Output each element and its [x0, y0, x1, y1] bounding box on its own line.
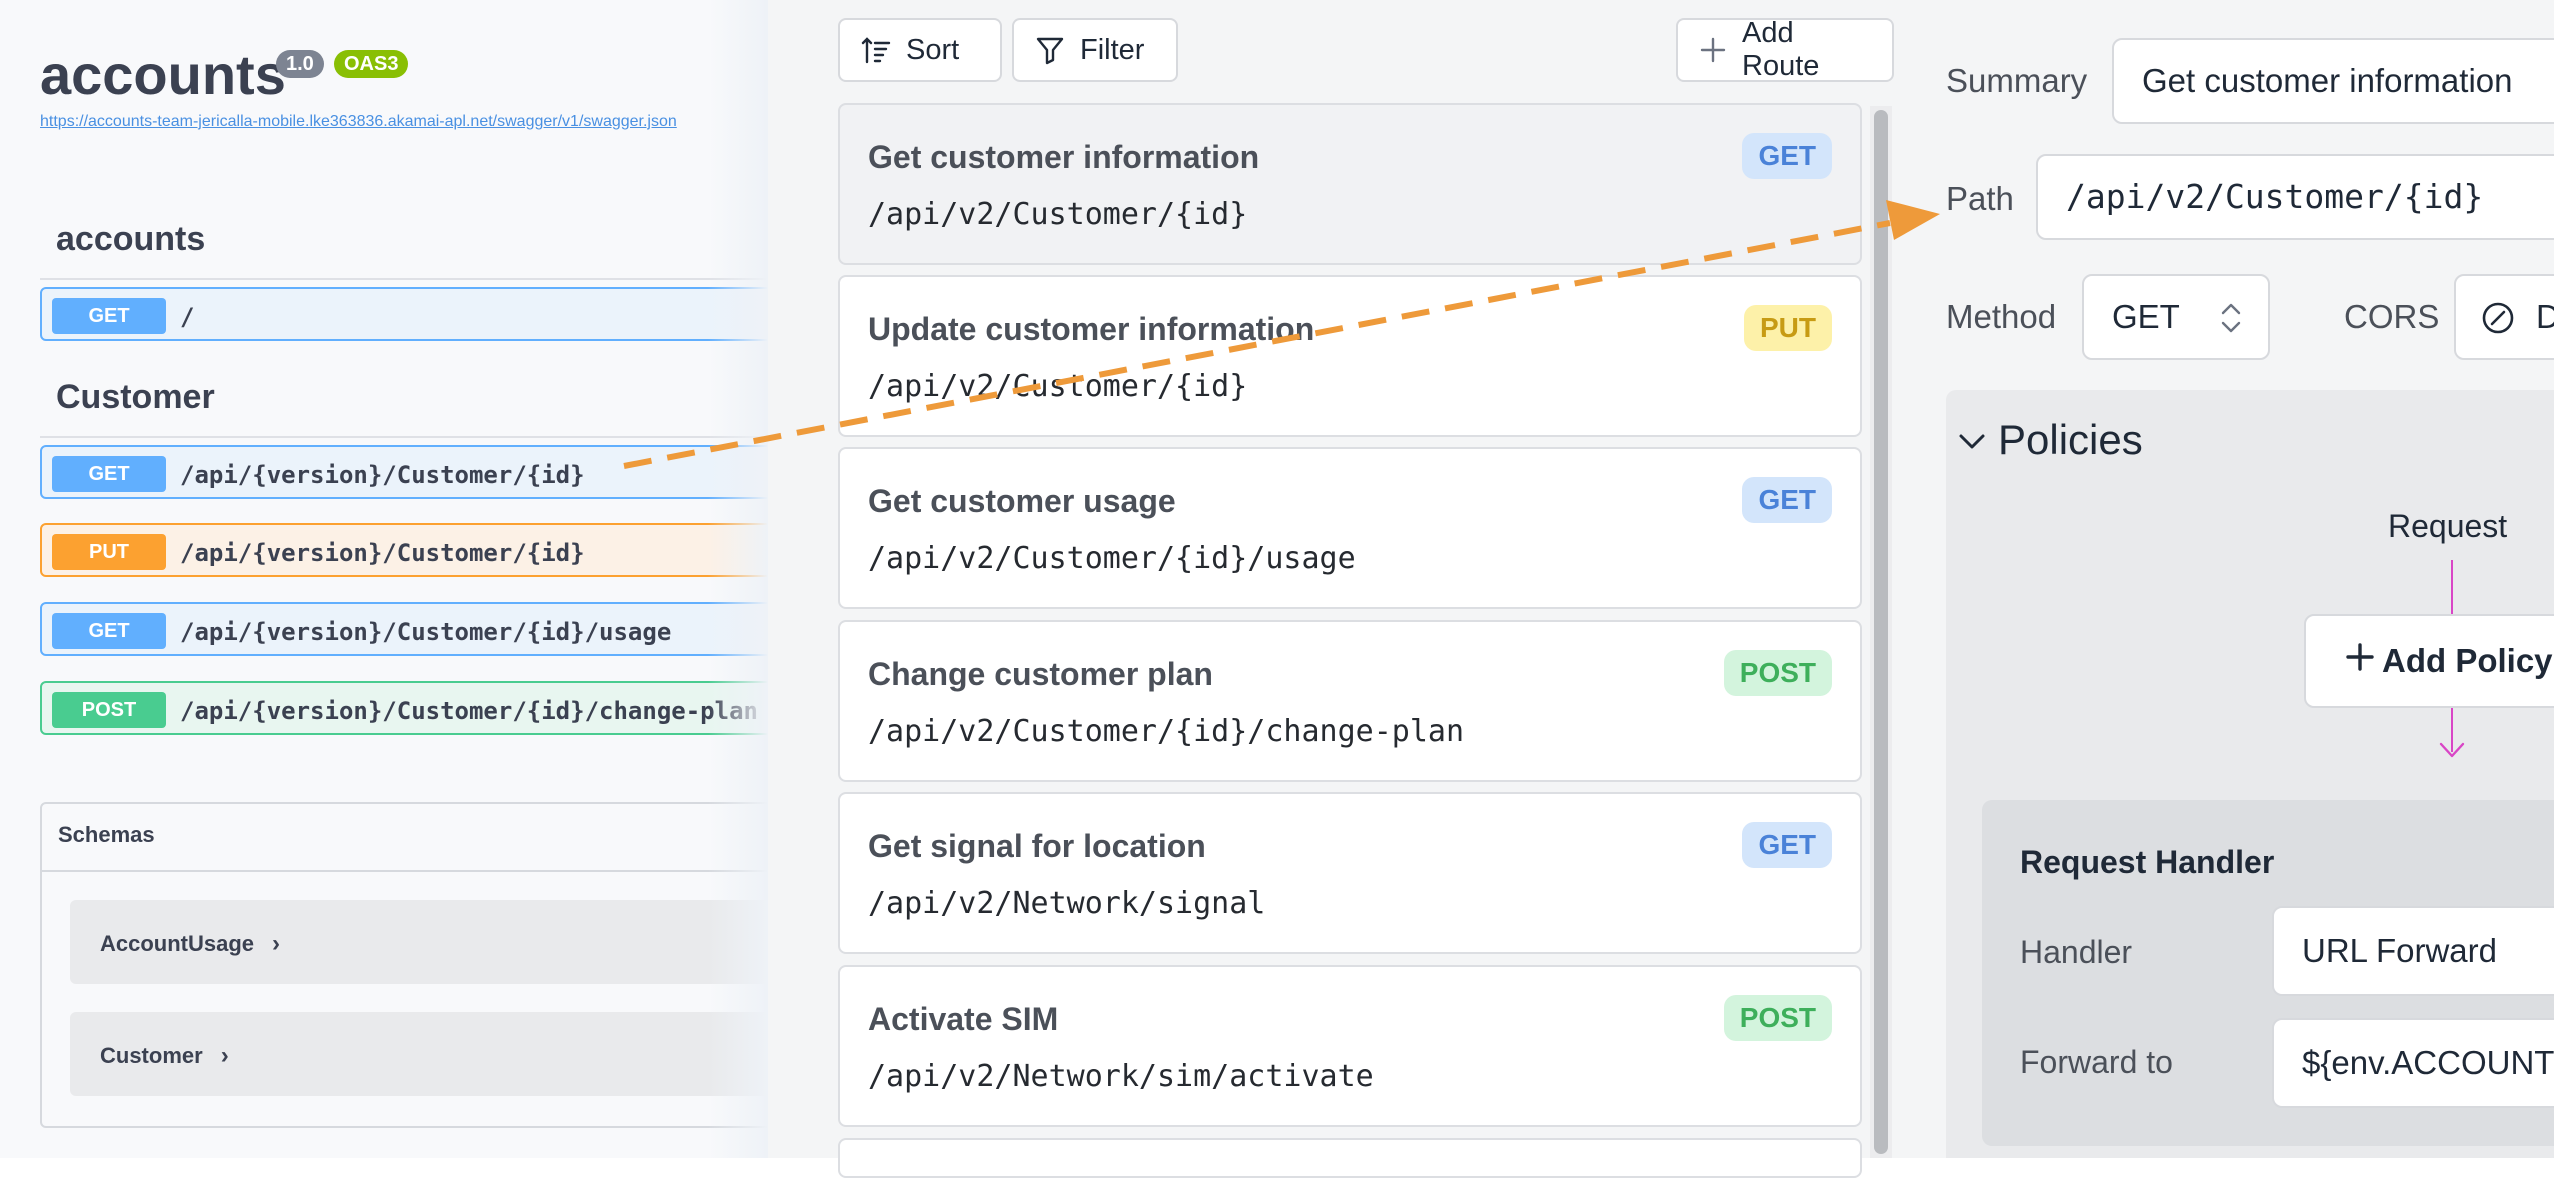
version-badge: 1.0: [276, 50, 324, 78]
disabled-circle-icon: [2482, 302, 2514, 334]
method-badge: POST: [1723, 650, 1832, 696]
method-value: GET: [2112, 298, 2180, 335]
schema-model-accountusage[interactable]: AccountUsage ›: [70, 900, 768, 984]
schemas-heading[interactable]: Schemas: [58, 822, 155, 848]
routes-panel: Sort Filter Add Route Get customer infor…: [768, 0, 1908, 1178]
route-path: /api/v2/Customer/{id}/usage: [868, 541, 1356, 576]
route-name: Change customer plan: [868, 656, 1213, 692]
plus-icon: [1700, 37, 1726, 63]
route-name: Get customer information: [868, 139, 1260, 175]
method-badge: POST: [1723, 995, 1832, 1041]
sort-icon: [861, 37, 891, 64]
route-card[interactable]: Change customer plan /api/v2/Customer/{i…: [838, 620, 1862, 782]
schema-model-customer[interactable]: Customer ›: [70, 1012, 768, 1096]
route-editor-panel: Summary Get customer information Path /a…: [1908, 0, 2554, 1158]
chevron-right-icon: ›: [272, 930, 281, 957]
route-card[interactable]: Get customer information /api/v2/Custome…: [838, 103, 1862, 265]
route-card[interactable]: [838, 1138, 1862, 1178]
cors-select[interactable]: D: [2454, 274, 2554, 360]
cors-label: CORS: [2344, 298, 2440, 335]
request-flow-label: Request: [2388, 508, 2508, 544]
route-card[interactable]: Activate SIM /api/v2/Network/sim/activat…: [838, 965, 1862, 1127]
sort-label: Sort: [906, 33, 960, 66]
request-handler-title: Request Handler: [2020, 844, 2275, 880]
section-heading-customer[interactable]: Customer: [56, 378, 215, 417]
route-name: Activate SIM: [868, 1001, 1059, 1037]
spec-url-link[interactable]: https://accounts-team-jericalla-mobile.l…: [40, 113, 677, 131]
filter-button[interactable]: Filter: [1012, 18, 1178, 82]
method-badge: GET: [52, 456, 166, 492]
policies-title[interactable]: Policies: [1998, 416, 2143, 464]
method-badge: GET: [52, 613, 166, 649]
schema-model-name: AccountUsage: [100, 931, 255, 956]
route-path: /api/v2/Customer/{id}/change-plan: [868, 714, 1465, 749]
path-input[interactable]: /api/v2/Customer/{id}: [2036, 154, 2554, 240]
path-label: Path: [1946, 180, 2014, 217]
operation-get-customer-usage[interactable]: GET /api/{version}/Customer/{id}/usage: [40, 602, 768, 656]
method-badge: GET: [1742, 477, 1832, 523]
method-badge: GET: [1742, 133, 1832, 179]
api-title: accounts: [40, 43, 286, 106]
summary-input[interactable]: Get customer information: [2112, 38, 2554, 124]
filter-label: Filter: [1080, 33, 1145, 66]
method-select[interactable]: GET: [2082, 274, 2270, 360]
route-name: Update customer information: [868, 311, 1315, 347]
forward-to-label: Forward to: [2020, 1044, 2173, 1080]
scrollbar-thumb[interactable]: [1874, 110, 1888, 1154]
route-path: /api/v2/Network/signal: [868, 886, 1266, 921]
schemas-section: Schemas AccountUsage › Customer ›: [40, 802, 768, 1128]
method-badge: POST: [52, 692, 166, 728]
scrollbar[interactable]: [1870, 106, 1892, 1158]
operation-post-change-plan[interactable]: POST /api/{version}/Customer/{id}/change…: [40, 681, 768, 735]
chevron-down-icon[interactable]: [1956, 428, 1988, 454]
method-badge: GET: [52, 298, 166, 334]
route-name: Get signal for location: [868, 828, 1206, 864]
operation-path: /api/{version}/Customer/{id}/change-plan: [180, 697, 758, 725]
add-policy-button[interactable]: Add Policy: [2304, 614, 2554, 708]
filter-icon: [1036, 37, 1064, 65]
add-route-label: Add Route: [1742, 17, 1820, 82]
select-chevron-icon: [2221, 303, 2241, 333]
panel-fade: [708, 0, 768, 1158]
route-card[interactable]: Get customer usage /api/v2/Customer/{id}…: [838, 447, 1862, 609]
operation-path: /: [180, 303, 195, 331]
method-badge: GET: [1742, 822, 1832, 868]
swagger-panel: accounts 1.0 OAS3 https://accounts-team-…: [0, 0, 768, 1158]
arrow-down-icon: [2439, 742, 2465, 758]
operation-path: /api/{version}/Customer/{id}/usage: [180, 618, 672, 646]
method-badge: PUT: [52, 534, 166, 570]
schemas-divider: [42, 870, 768, 872]
forward-to-input[interactable]: ${env.ACCOUNT: [2272, 1018, 2554, 1108]
operation-path: /api/{version}/Customer/{id}: [180, 539, 585, 567]
operation-get-root[interactable]: GET /: [40, 287, 768, 341]
operation-put-customer[interactable]: PUT /api/{version}/Customer/{id}: [40, 523, 768, 577]
route-path: /api/v2/Customer/{id}: [868, 197, 1248, 232]
route-card[interactable]: Update customer information /api/v2/Cust…: [838, 275, 1862, 437]
operation-path: /api/{version}/Customer/{id}: [180, 461, 585, 489]
chevron-right-icon: ›: [220, 1042, 229, 1069]
operation-get-customer[interactable]: GET /api/{version}/Customer/{id}: [40, 445, 768, 499]
add-route-button[interactable]: Add Route: [1676, 17, 1894, 82]
schema-model-name: Customer: [100, 1043, 203, 1068]
plus-icon: [2346, 643, 2374, 671]
cors-value: D: [2536, 298, 2554, 335]
section-heading-accounts[interactable]: accounts: [56, 220, 205, 259]
section-divider: [40, 436, 768, 438]
sort-button[interactable]: Sort: [838, 18, 1002, 82]
route-path: /api/v2/Network/sim/activate: [868, 1059, 1374, 1094]
flow-connector: [2451, 560, 2453, 614]
route-name: Get customer usage: [868, 483, 1176, 519]
route-card[interactable]: Get signal for location /api/v2/Network/…: [838, 792, 1862, 954]
method-label: Method: [1946, 298, 2057, 335]
route-path: /api/v2/Customer/{id}: [868, 369, 1248, 404]
oas-badge: OAS3: [334, 50, 409, 78]
handler-select[interactable]: URL Forward: [2272, 906, 2554, 996]
add-policy-label: Add Policy: [2382, 642, 2553, 679]
section-divider: [40, 278, 768, 280]
method-badge: PUT: [1744, 305, 1832, 351]
summary-label: Summary: [1946, 62, 2088, 99]
handler-label: Handler: [2020, 934, 2133, 970]
